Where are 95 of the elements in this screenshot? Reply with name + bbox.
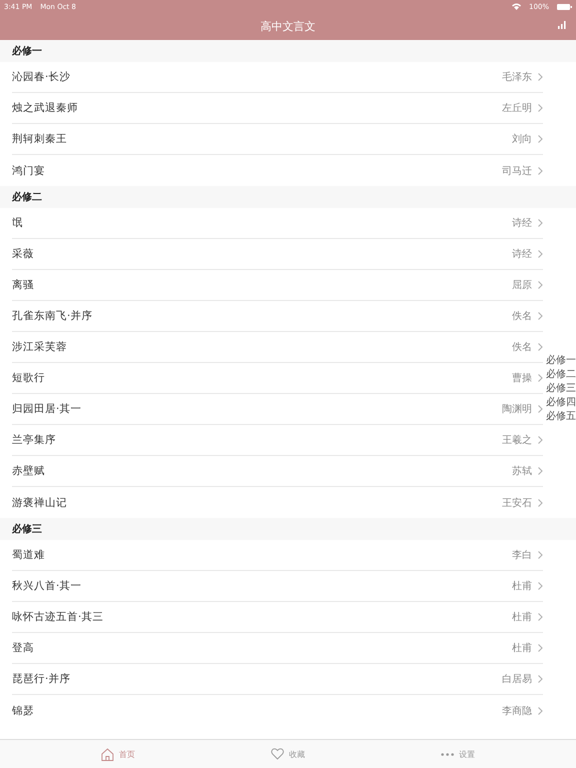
list-row[interactable]: 赤壁赋 苏轼 <box>12 456 543 487</box>
section-header: 必修三 <box>0 518 576 540</box>
poem-title: 锦瑟 <box>12 704 35 718</box>
list-row[interactable]: 鸿门宴 司马迁 <box>12 155 543 186</box>
author-name: 杜甫 <box>512 610 532 624</box>
chevron-icon <box>538 405 543 413</box>
section-header: 必修一 <box>0 40 576 62</box>
chevron-icon <box>538 436 543 444</box>
heart-icon <box>271 748 284 760</box>
home-icon <box>101 748 114 760</box>
author-name: 佚名 <box>512 341 532 354</box>
poem-title: 氓 <box>12 216 24 230</box>
poem-title: 短歌行 <box>12 371 46 385</box>
chevron-icon <box>538 135 543 143</box>
poem-title: 赤壁赋 <box>12 464 46 478</box>
poem-title: 秋兴八首·其一 <box>12 579 82 593</box>
poem-title: 登高 <box>12 641 35 655</box>
poem-title: 咏怀古迹五首·其三 <box>12 610 104 624</box>
nav-title: 高中文言文 <box>260 19 316 34</box>
list-row[interactable]: 锦瑟 李商隐 <box>12 695 543 726</box>
author-name: 毛泽东 <box>502 70 532 84</box>
index-item[interactable]: 必修二 <box>546 368 576 381</box>
poem-title: 归园田居·其一 <box>12 402 82 416</box>
poem-title: 孔雀东南飞·并序 <box>12 309 94 323</box>
author-name: 杜甫 <box>512 642 532 655</box>
chevron-icon <box>538 613 543 621</box>
list-row[interactable]: 孔雀东南飞·并序 佚名 <box>12 301 543 332</box>
chevron-icon <box>538 582 543 590</box>
poem-title: 沁园春·长沙 <box>12 70 72 84</box>
chevron-icon <box>538 166 543 174</box>
list-row[interactable]: 荆轲刺秦王 刘向 <box>12 124 543 155</box>
list-row[interactable]: 沁园春·长沙 毛泽东 <box>12 62 543 93</box>
index-item[interactable]: 必修五 <box>546 410 576 423</box>
list-row[interactable]: 秋兴八首·其一 杜甫 <box>12 571 543 602</box>
battery-icon <box>557 4 572 10</box>
wifi-icon <box>512 3 521 10</box>
author-name: 诗经 <box>512 248 532 261</box>
list-row[interactable]: 氓 诗经 <box>12 208 543 239</box>
chevron-icon <box>538 281 543 289</box>
list-row[interactable]: 涉江采芙蓉 佚名 <box>12 332 543 363</box>
chevron-icon <box>538 706 543 714</box>
section-header: 必修二 <box>0 186 576 208</box>
poem-title: 烛之武退秦师 <box>12 101 79 115</box>
author-name: 王安石 <box>502 496 532 510</box>
poem-title: 涉江采芙蓉 <box>12 340 68 354</box>
poem-title: 鸿门宴 <box>12 164 46 178</box>
list-row[interactable]: 游褒禅山记 王安石 <box>12 487 543 518</box>
list-row[interactable]: 采薇 诗经 <box>12 239 543 270</box>
list-row[interactable]: 归园田居·其一 陶渊明 <box>12 394 543 425</box>
author-name: 白居易 <box>502 673 532 686</box>
index-item[interactable]: 必修四 <box>546 396 576 409</box>
author-name: 王羲之 <box>502 434 532 447</box>
chevron-icon <box>538 498 543 506</box>
bar-chart-icon[interactable] <box>558 21 566 29</box>
author-name: 佚名 <box>512 310 532 323</box>
poem-title: 荆轲刺秦王 <box>12 132 68 146</box>
author-name: 屈原 <box>512 279 532 292</box>
author-name: 刘向 <box>512 132 532 146</box>
poem-title: 琵琶行·并序 <box>12 672 72 686</box>
chevron-icon <box>538 551 543 559</box>
author-name: 曹操 <box>512 372 532 385</box>
poem-title: 采薇 <box>12 247 35 261</box>
poem-title: 兰亭集序 <box>12 433 57 447</box>
author-name: 李商隐 <box>502 704 532 718</box>
list-row[interactable]: 兰亭集序 王羲之 <box>12 425 543 456</box>
poem-title: 游褒禅山记 <box>12 496 68 510</box>
chevron-icon <box>538 644 543 652</box>
author-name: 杜甫 <box>512 580 532 593</box>
chevron-icon <box>538 104 543 112</box>
author-name: 陶渊明 <box>502 402 532 416</box>
author-name: 诗经 <box>512 216 532 230</box>
chevron-icon <box>538 675 543 683</box>
list-row[interactable]: 短歌行 曹操 <box>12 363 543 394</box>
poem-title: 蜀道难 <box>12 548 46 562</box>
chevron-icon <box>538 467 543 475</box>
list-row[interactable]: 烛之武退秦师 左丘明 <box>12 93 543 124</box>
list-row[interactable]: 蜀道难 李白 <box>12 540 543 571</box>
author-name: 李白 <box>512 548 532 562</box>
poem-title: 离骚 <box>12 278 35 292</box>
list-row[interactable]: 咏怀古迹五首·其三 杜甫 <box>12 602 543 633</box>
more-icon <box>441 752 454 756</box>
list-row[interactable]: 离骚 屈原 <box>12 270 543 301</box>
author-name: 司马迁 <box>502 164 532 178</box>
chevron-icon <box>538 250 543 258</box>
author-name: 左丘明 <box>502 102 532 115</box>
chevron-icon <box>538 219 543 227</box>
chevron-icon <box>538 73 543 81</box>
chevron-icon <box>538 374 543 382</box>
chevron-icon <box>538 312 543 320</box>
chevron-icon <box>538 343 543 351</box>
author-name: 苏轼 <box>512 464 532 478</box>
index-item[interactable]: 必修三 <box>546 382 576 395</box>
list-row[interactable]: 琵琶行·并序 白居易 <box>12 664 543 695</box>
list-row[interactable]: 登高 杜甫 <box>12 633 543 664</box>
index-item[interactable]: 必修一 <box>546 354 576 367</box>
